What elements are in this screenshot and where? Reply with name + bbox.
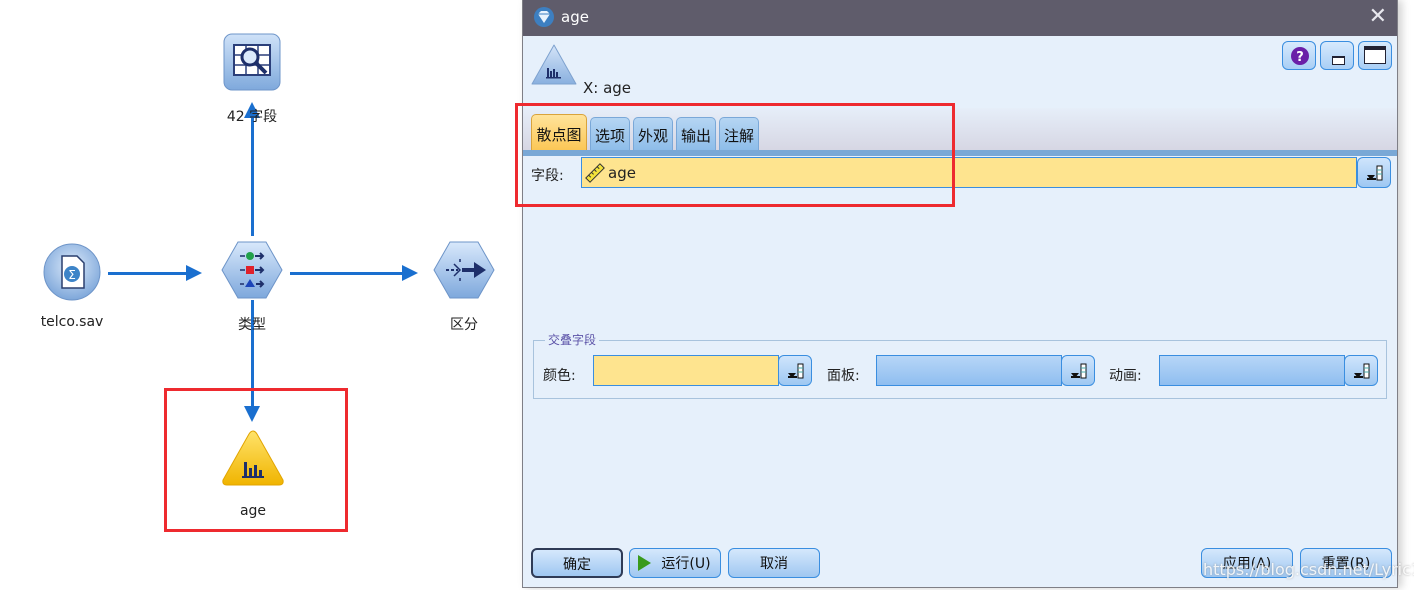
svg-text:Σ: Σ — [68, 268, 76, 282]
type-node-icon — [221, 241, 283, 299]
maximize-icon — [1364, 46, 1386, 64]
svg-text:?: ? — [1296, 50, 1304, 65]
animation-label: 动画: — [1109, 368, 1142, 384]
animation-select[interactable] — [1159, 355, 1345, 386]
field-list-icon — [1071, 363, 1087, 379]
minimize-icon — [1332, 56, 1345, 65]
connector-source-type — [108, 272, 188, 275]
connector-type-partition — [290, 272, 402, 275]
partition-node-icon — [433, 241, 495, 299]
plot-node-icon — [531, 44, 577, 85]
node-table[interactable] — [222, 32, 282, 94]
panel-picker-button[interactable] — [1061, 355, 1095, 386]
ok-button[interactable]: 确定 — [531, 548, 623, 578]
highlight-box-plot-node — [164, 388, 348, 532]
minimize-button[interactable] — [1320, 41, 1354, 70]
plot-node-dialog: age ✕ X: age ? 散点图 选项 外观 输出 注解 字段: age 交… — [515, 0, 1398, 588]
field-list-icon — [788, 363, 804, 379]
node-label-source: telco.sav — [40, 314, 104, 330]
app-gem-icon — [534, 7, 554, 27]
panel-select[interactable] — [876, 355, 1062, 386]
connector-arrow — [186, 265, 202, 281]
node-source[interactable]: Σ — [42, 242, 102, 302]
field-list-icon — [1367, 165, 1383, 181]
maximize-button[interactable] — [1358, 41, 1392, 70]
statistics-file-icon: Σ — [43, 243, 101, 301]
node-type[interactable] — [220, 240, 284, 300]
color-picker-button[interactable] — [778, 355, 812, 386]
color-select[interactable] — [593, 355, 779, 386]
close-icon[interactable]: ✕ — [1369, 4, 1387, 29]
stream-canvas[interactable]: 42 字段 Σ telco.sav 类型 区分 age — [0, 0, 520, 590]
run-label: 运行(U) — [661, 556, 711, 572]
color-label: 颜色: — [543, 368, 576, 384]
animation-picker-button[interactable] — [1344, 355, 1378, 386]
help-icon: ? — [1291, 47, 1309, 65]
node-label-table: 42 字段 — [226, 109, 278, 125]
play-icon — [638, 555, 651, 571]
overlay-fields-legend: 交叠字段 — [545, 331, 600, 348]
run-button[interactable]: 运行(U) — [629, 548, 721, 578]
watermark: https://blog.csdn.net/Lyric1 — [1203, 560, 1414, 579]
table-output-icon — [223, 33, 281, 91]
cancel-button[interactable]: 取消 — [728, 548, 820, 578]
field-list-icon — [1354, 363, 1370, 379]
highlight-box-tabs — [515, 103, 955, 207]
field-picker-button[interactable] — [1357, 157, 1391, 188]
node-partition[interactable] — [432, 240, 496, 300]
dialog-titlebar[interactable]: age ✕ — [523, 0, 1397, 36]
node-label-partition: 区分 — [450, 317, 478, 333]
dialog-subtitle: X: age — [583, 79, 632, 97]
help-button[interactable]: ? — [1282, 41, 1316, 70]
node-label-type: 类型 — [238, 317, 266, 333]
connector-arrow — [402, 265, 418, 281]
connector-type-table — [251, 118, 254, 236]
panel-label: 面板: — [827, 368, 860, 384]
dialog-title: age — [561, 8, 589, 26]
